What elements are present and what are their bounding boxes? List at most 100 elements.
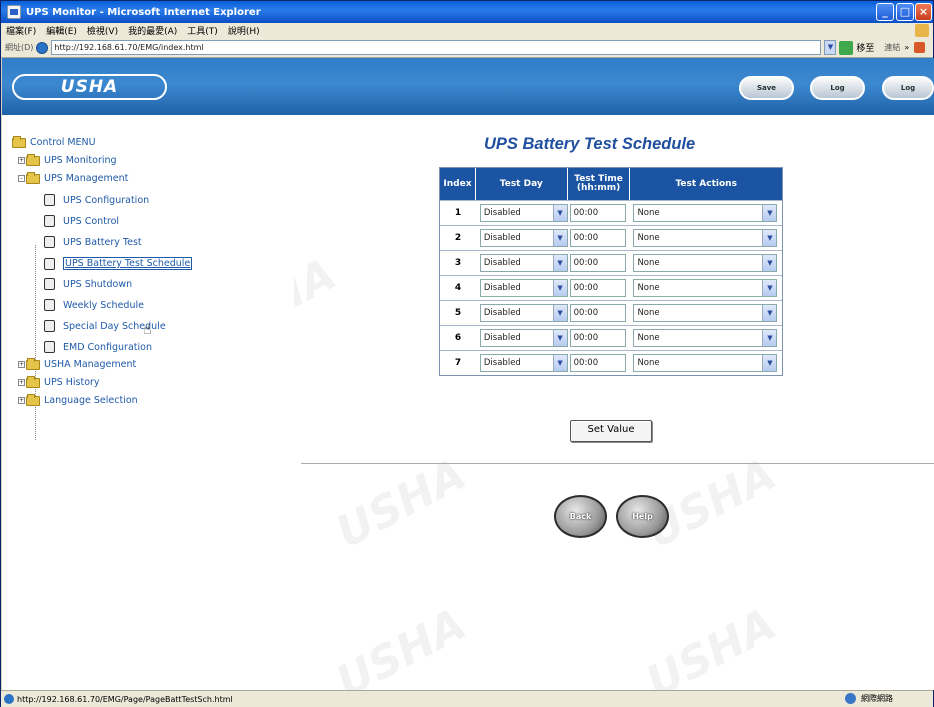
go-arrow-icon[interactable] — [839, 40, 854, 55]
test-time-input[interactable]: 00:00 — [569, 354, 626, 372]
test-time-input[interactable]: 00:00 — [569, 229, 626, 247]
table-row: 1 Disabled ▼ 00:00 None ▼ — [440, 200, 782, 225]
test-time-input[interactable]: 00:00 — [569, 329, 626, 347]
tree-item-ups-history[interactable]: + UPS History — [18, 375, 100, 388]
menu-tools[interactable]: 工具(T) — [187, 24, 218, 37]
test-time-input[interactable]: 00:00 — [569, 254, 626, 272]
test-day-select[interactable]: Disabled ▼ — [479, 304, 568, 322]
test-time-input[interactable]: 00:00 — [569, 279, 626, 297]
help-button[interactable]: Help — [616, 495, 669, 538]
schedule-table: Index Test Day Test Time (hh:mm) Test Ac… — [439, 167, 783, 376]
save-button[interactable]: Save — [739, 76, 794, 100]
dropdown-arrow-icon[interactable]: ▼ — [552, 355, 567, 371]
test-action-select[interactable]: None ▼ — [633, 254, 778, 272]
tree-item-emd-configuration[interactable]: EMD Configuration — [44, 341, 152, 353]
dropdown-arrow-icon[interactable]: ▼ — [552, 305, 567, 321]
tree-root[interactable]: Control MENU — [12, 135, 96, 148]
maximize-button[interactable]: □ — [896, 3, 914, 21]
set-value-button[interactable]: Set Value — [570, 420, 652, 442]
logout-button[interactable]: Log — [882, 76, 934, 100]
toolbar-extension-icon[interactable] — [914, 42, 926, 53]
test-day-select[interactable]: Disabled ▼ — [479, 329, 568, 347]
test-action-select[interactable]: None ▼ — [633, 204, 778, 222]
tree-item-usha-management[interactable]: + USHA Management — [18, 357, 136, 370]
test-time-input[interactable]: 00:00 — [569, 204, 626, 222]
menu-edit[interactable]: 編輯(E) — [46, 24, 77, 37]
hand-cursor-icon: ☝ — [143, 322, 152, 338]
tree-item-ups-monitoring[interactable]: + UPS Monitoring — [18, 153, 117, 166]
tree-item-label: UPS History — [44, 377, 100, 388]
links-label[interactable]: 連結 — [884, 42, 900, 53]
tree-item-ups-configuration[interactable]: UPS Configuration — [44, 194, 149, 206]
expand-icon[interactable]: + — [18, 361, 25, 368]
dropdown-arrow-icon[interactable]: ▼ — [762, 330, 777, 346]
test-action-select[interactable]: None ▼ — [633, 279, 778, 297]
row-index: 3 — [454, 258, 462, 268]
folder-open-icon — [12, 135, 26, 148]
dropdown-arrow-icon[interactable]: ▼ — [762, 205, 777, 221]
tree-item-label: UPS Battery Test — [63, 236, 142, 248]
tree-item-weekly-schedule[interactable]: Weekly Schedule — [44, 299, 144, 311]
dropdown-arrow-icon[interactable]: ▼ — [762, 355, 777, 371]
expand-icon[interactable]: + — [18, 379, 25, 386]
test-day-select[interactable]: Disabled ▼ — [479, 354, 568, 372]
row-index: 6 — [454, 333, 462, 343]
dropdown-arrow-icon[interactable]: ▼ — [552, 255, 567, 271]
address-bar: 網址(D) http://192.168.61.70/EMG/index.htm… — [1, 38, 933, 58]
tree-connector — [35, 245, 36, 440]
collapse-icon[interactable]: - — [18, 175, 25, 182]
page-icon — [44, 257, 55, 270]
menu-help[interactable]: 說明(H) — [228, 24, 260, 37]
dropdown-arrow-icon[interactable]: ▼ — [762, 230, 777, 246]
tree-item-ups-shutdown[interactable]: UPS Shutdown — [44, 278, 132, 290]
table-row: 7 Disabled ▼ 00:00 None ▼ — [440, 350, 782, 375]
address-input[interactable]: http://192.168.61.70/EMG/index.html — [51, 40, 822, 55]
menu-view[interactable]: 檢視(V) — [87, 24, 118, 37]
tree-item-label: UPS Control — [63, 215, 120, 227]
page-icon — [44, 320, 55, 332]
test-time-input[interactable]: 00:00 — [569, 304, 626, 322]
row-index: 5 — [454, 308, 462, 318]
test-action-select[interactable]: None ▼ — [633, 304, 778, 322]
expand-icon[interactable]: + — [18, 157, 25, 164]
close-button[interactable]: × — [915, 3, 932, 21]
dropdown-arrow-icon[interactable]: ▼ — [762, 280, 777, 296]
back-button[interactable]: Back — [554, 495, 607, 538]
table-row: 4 Disabled ▼ 00:00 None ▼ — [440, 275, 782, 300]
dropdown-arrow-icon[interactable]: ▼ — [552, 280, 567, 296]
usha-logo: USHA — [12, 74, 167, 100]
dropdown-arrow-icon[interactable]: ▼ — [552, 230, 567, 246]
test-action-select[interactable]: None ▼ — [633, 329, 778, 347]
test-day-select[interactable]: Disabled ▼ — [479, 254, 568, 272]
test-action-select[interactable]: None ▼ — [633, 354, 778, 372]
tree-item-label: UPS Monitoring — [44, 155, 117, 166]
tree-item-ups-management[interactable]: - UPS Management — [18, 171, 128, 184]
window-title: UPS Monitor - Microsoft Internet Explore… — [26, 6, 261, 18]
dropdown-arrow-icon[interactable]: ▼ — [762, 305, 777, 321]
zone-label: 網際網路 — [861, 694, 893, 703]
tree-item-label: UPS Shutdown — [63, 278, 133, 290]
tree-item-label: Language Selection — [44, 395, 138, 406]
minimize-button[interactable]: _ — [876, 3, 894, 21]
menu-favorites[interactable]: 我的最愛(A) — [128, 24, 177, 37]
test-day-select[interactable]: Disabled ▼ — [479, 279, 568, 297]
dropdown-arrow-icon[interactable]: ▼ — [552, 205, 567, 221]
test-day-select[interactable]: Disabled ▼ — [479, 204, 568, 222]
main-panel: UPS Battery Test Schedule Index Test Day… — [294, 115, 934, 690]
dropdown-arrow-icon[interactable]: ▼ — [552, 330, 567, 346]
address-dropdown-icon[interactable]: ▼ — [824, 40, 837, 55]
links-chevron-icon[interactable]: » — [904, 43, 909, 52]
go-button[interactable]: 移至 — [856, 41, 874, 54]
status-bar: http://192.168.61.70/EMG/Page/PageBattTe… — [1, 690, 933, 707]
tree-item-ups-control[interactable]: UPS Control — [44, 215, 119, 227]
menu-file[interactable]: 檔案(F) — [6, 24, 36, 37]
tree-item-ups-battery-test[interactable]: UPS Battery Test — [44, 236, 142, 248]
expand-icon[interactable]: + — [18, 397, 25, 404]
test-action-select[interactable]: None ▼ — [633, 229, 778, 247]
test-day-select[interactable]: Disabled ▼ — [479, 229, 568, 247]
tree-item-language-selection[interactable]: + Language Selection — [18, 393, 138, 406]
log-button[interactable]: Log — [810, 76, 865, 100]
tree-item-label: UPS Battery Test Schedule — [63, 257, 193, 270]
dropdown-arrow-icon[interactable]: ▼ — [762, 255, 777, 271]
tree-item-ups-battery-test-schedule[interactable]: UPS Battery Test Schedule — [44, 257, 193, 270]
